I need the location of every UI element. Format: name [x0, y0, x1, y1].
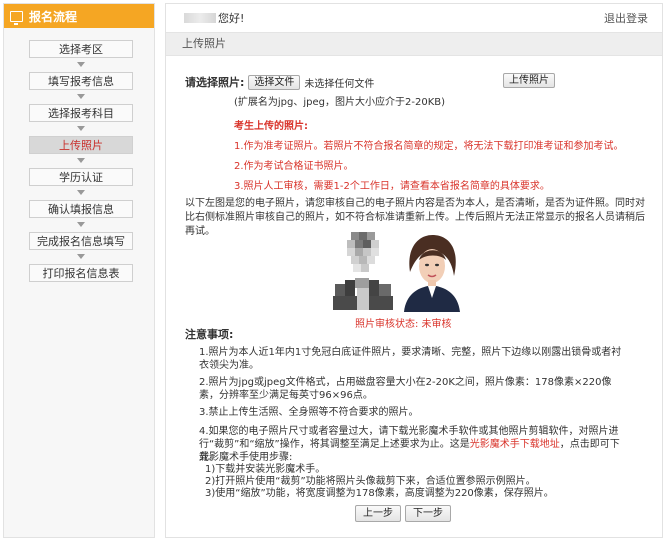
step-fill-info[interactable]: 填写报考信息 [29, 72, 133, 90]
next-button[interactable]: 下一步 [405, 505, 451, 522]
upload-row: 请选择照片: 选择文件 未选择任何文件 [185, 74, 374, 90]
arrow-down-icon [29, 58, 133, 72]
sidebar-title: 报名流程 [29, 9, 78, 24]
step-navigation: 上一步 下一步 [355, 505, 451, 522]
blurred-username [184, 13, 216, 23]
user-photo [333, 228, 393, 310]
sample-photo [400, 232, 464, 312]
arrow-down-icon [29, 250, 133, 264]
step-line: 3)使用“缩放”功能，将宽度调整为178像素，高度调整为220像素，保存照片。 [205, 488, 554, 499]
step-upload-photo[interactable]: 上传照片 [29, 136, 133, 154]
arrow-down-icon [29, 186, 133, 200]
step-list: 选择考区 填写报考信息 选择报考科目 上传照片 学历认证 确认填报信息 完成报名… [29, 40, 133, 282]
sidebar: 报名流程 选择考区 填写报考信息 选择报考科目 上传照片 学历认证 确认填报信息… [3, 3, 155, 538]
step-education-verify[interactable]: 学历认证 [29, 168, 133, 186]
prev-button[interactable]: 上一步 [355, 505, 401, 522]
note-item: 1.照片为本人近1年内1寸免冠白底证件照片，要求清晰、完整，照片下边缘以刚露出锁… [199, 347, 622, 371]
step-print[interactable]: 打印报名信息表 [29, 264, 133, 282]
download-link[interactable]: 光影魔术手下载地址 [470, 439, 560, 450]
logout-link[interactable]: 退出登录 [604, 10, 648, 26]
no-file-text: 未选择任何文件 [304, 78, 375, 90]
greeting: 您好! [184, 10, 244, 26]
arrow-down-icon [29, 218, 133, 232]
step-confirm-info[interactable]: 确认填报信息 [29, 200, 133, 218]
warning-item: 3.照片人工审核，需要1-2个工作日，请查看本省报名简章的具体要求。 [234, 181, 550, 192]
warning-title: 考生上传的照片: [234, 121, 308, 132]
top-bar: 您好! 退出登录 [166, 4, 662, 32]
upload-label: 请选择照片: [185, 76, 245, 89]
step-select-subject[interactable]: 选择报考科目 [29, 104, 133, 122]
note-item: 2.照片为jpg或jpeg文件格式，占用磁盘容量大小在2-20K之间，照片像素：… [199, 377, 612, 401]
upload-photo-button[interactable]: 上传照片 [503, 73, 555, 88]
section-title: 上传照片 [166, 32, 662, 56]
warning-item: 1.作为准考证照片。若照片不符合报名简章的规定，将无法下载打印准考证和参加考试。 [234, 141, 624, 152]
upload-hint: (扩展名为jpg、jpeg，图片大小应介于2-20KB) [234, 97, 446, 108]
choose-file-button[interactable]: 选择文件 [248, 74, 301, 90]
step-complete[interactable]: 完成报名信息填写 [29, 232, 133, 250]
step-select-area[interactable]: 选择考区 [29, 40, 133, 58]
notes-title: 注意事项: [185, 328, 234, 341]
arrow-down-icon [29, 90, 133, 104]
note-item: 3.禁止上传生活照、全身照等不符合要求的照片。 [199, 407, 419, 418]
photo-status: 照片审核状态: 未审核 [355, 319, 452, 330]
greeting-text: 您好! [218, 12, 245, 25]
warning-item: 2.作为考试合格证书照片。 [234, 161, 354, 172]
sidebar-header: 报名流程 [4, 4, 154, 28]
arrow-down-icon [29, 122, 133, 136]
arrow-down-icon [29, 154, 133, 168]
monitor-icon [10, 10, 23, 25]
